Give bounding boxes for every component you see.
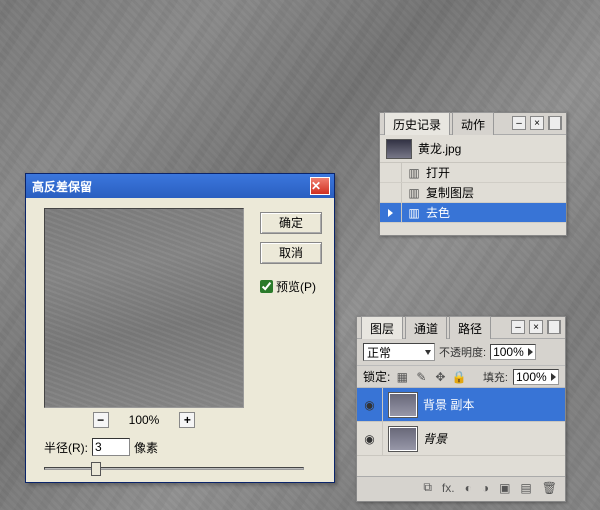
layers-panel-header: 图层 通道 路径 – ×: [357, 317, 565, 339]
minus-icon: −: [97, 413, 104, 427]
lock-all-icon[interactable]: 🔒: [452, 370, 466, 384]
layers-list: ◉ 背景 副本 ◉ 背景: [357, 388, 565, 476]
layer-name[interactable]: 背景: [423, 430, 447, 447]
visibility-toggle[interactable]: ◉: [357, 422, 383, 455]
radius-row: 半径(R): 像素: [44, 438, 158, 456]
adjustment-icon[interactable]: ◑: [482, 481, 489, 495]
preview-label: 预览(P): [276, 278, 316, 295]
slider-thumb[interactable]: [91, 462, 101, 476]
adjust-icon: ▥: [406, 205, 422, 221]
history-step-duplicate[interactable]: ▥ 复制图层: [380, 183, 566, 203]
panel-menu-icon[interactable]: [548, 116, 562, 130]
panel-controls: – ×: [511, 320, 561, 334]
zoom-controls: − 100% +: [44, 412, 244, 428]
dialog-body: 确定 取消 预览(P) − 100% + 半径(R): 像素: [26, 198, 334, 482]
tab-paths[interactable]: 路径: [449, 316, 491, 339]
layer-row-background[interactable]: ◉ 背景: [357, 422, 565, 456]
history-gutter: [380, 183, 402, 202]
radius-unit: 像素: [134, 439, 158, 456]
lock-label: 锁定:: [363, 368, 390, 385]
history-step-desaturate[interactable]: ▥ 去色: [380, 203, 566, 223]
high-pass-dialog: 高反差保留 ✕ 确定 取消 预览(P) − 100% + 半径(R): 像素: [25, 173, 335, 483]
radius-label: 半径(R):: [44, 439, 88, 456]
panel-menu-icon[interactable]: [547, 320, 561, 334]
history-panel-header: 历史记录 动作 – ×: [380, 113, 566, 135]
layers-footer: ⧉ fx. ◐ ◑ ▣ ▤ 🗑: [357, 476, 565, 498]
opacity-input[interactable]: 100%: [490, 344, 536, 360]
panel-minimize-icon[interactable]: –: [512, 116, 526, 130]
dialog-titlebar[interactable]: 高反差保留 ✕: [26, 174, 334, 198]
document-icon: ▥: [406, 165, 422, 181]
history-snapshot[interactable]: 黄龙.jpg: [380, 135, 566, 163]
current-step-icon: [388, 209, 393, 217]
snapshot-thumb: [386, 139, 412, 159]
lock-image-icon[interactable]: ✎: [414, 370, 428, 384]
tab-channels[interactable]: 通道: [405, 316, 447, 339]
visibility-toggle[interactable]: ◉: [357, 388, 383, 421]
layers-icon: ▥: [406, 185, 422, 201]
group-icon[interactable]: ▣: [499, 481, 510, 495]
fill-input[interactable]: 100%: [513, 369, 559, 385]
lock-position-icon[interactable]: ✥: [433, 370, 447, 384]
history-gutter: [380, 163, 402, 182]
blend-mode-value: 正常: [367, 344, 391, 361]
dialog-title: 高反差保留: [32, 178, 310, 195]
snapshot-name: 黄龙.jpg: [418, 140, 461, 157]
chevron-right-icon: [528, 348, 533, 356]
zoom-out-button[interactable]: −: [93, 412, 109, 428]
history-panel: 历史记录 动作 – × 黄龙.jpg ▥ 打开 ▥ 复制图层 ▥ 去色: [379, 112, 567, 236]
panel-minimize-icon[interactable]: –: [511, 320, 525, 334]
lock-row: 锁定: ▦ ✎ ✥ 🔒 填充: 100%: [357, 366, 565, 388]
history-gutter: [380, 203, 402, 222]
panel-close-icon[interactable]: ×: [530, 116, 544, 130]
cancel-button[interactable]: 取消: [260, 242, 322, 264]
zoom-value: 100%: [129, 413, 160, 427]
eye-icon: ◉: [364, 432, 374, 446]
tab-layers[interactable]: 图层: [361, 316, 403, 339]
fill-label: 填充:: [483, 369, 508, 385]
opacity-label: 不透明度:: [439, 344, 486, 360]
panel-controls: – ×: [512, 116, 562, 130]
mask-icon[interactable]: ◐: [465, 481, 472, 495]
eye-icon: ◉: [364, 398, 374, 412]
layers-panel: 图层 通道 路径 – × 正常 不透明度: 100% 锁定: ▦ ✎ ✥ 🔒 填…: [356, 316, 566, 502]
radius-input[interactable]: [92, 438, 130, 456]
history-body: 黄龙.jpg ▥ 打开 ▥ 复制图层 ▥ 去色: [380, 135, 566, 235]
history-step-open[interactable]: ▥ 打开: [380, 163, 566, 183]
history-step-label: 去色: [426, 204, 450, 221]
slider-track: [44, 467, 304, 470]
fx-icon[interactable]: fx.: [442, 481, 455, 495]
radius-slider[interactable]: [44, 460, 304, 478]
panel-close-icon[interactable]: ×: [529, 320, 543, 334]
new-layer-icon[interactable]: ▤: [520, 481, 531, 495]
layer-row-copy[interactable]: ◉ 背景 副本: [357, 388, 565, 422]
ok-button[interactable]: 确定: [260, 212, 322, 234]
trash-icon[interactable]: 🗑: [542, 481, 557, 495]
lock-transparent-icon[interactable]: ▦: [395, 370, 409, 384]
preview-checkbox[interactable]: [260, 280, 273, 293]
link-layers-icon[interactable]: ⧉: [423, 480, 432, 495]
close-icon[interactable]: ✕: [310, 177, 330, 195]
opacity-value: 100%: [493, 345, 524, 359]
layer-name[interactable]: 背景 副本: [423, 396, 474, 413]
layer-thumb[interactable]: [388, 392, 418, 418]
chevron-down-icon: [425, 350, 431, 355]
chevron-right-icon: [551, 373, 556, 381]
blend-mode-dropdown[interactable]: 正常: [363, 343, 435, 361]
tab-history[interactable]: 历史记录: [384, 112, 450, 135]
layers-options-row: 正常 不透明度: 100%: [357, 339, 565, 366]
history-step-label: 复制图层: [426, 184, 474, 201]
tab-actions[interactable]: 动作: [452, 112, 494, 135]
plus-icon: +: [184, 413, 191, 427]
fill-value: 100%: [516, 370, 547, 384]
history-step-label: 打开: [426, 164, 450, 181]
filter-preview[interactable]: [44, 208, 244, 408]
preview-checkbox-row[interactable]: 预览(P): [260, 278, 322, 295]
layer-thumb[interactable]: [388, 426, 418, 452]
zoom-in-button[interactable]: +: [179, 412, 195, 428]
